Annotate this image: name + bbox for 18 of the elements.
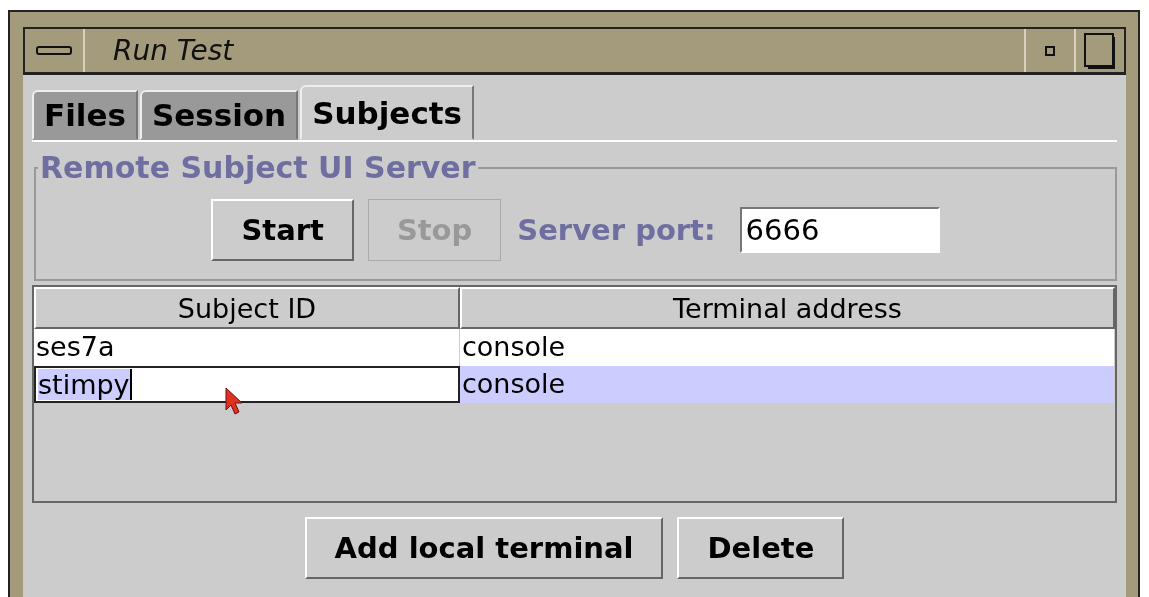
delete-button[interactable]: Delete [677, 517, 845, 579]
group-title: Remote Subject UI Server [39, 150, 477, 185]
selected-text: stimpy [38, 369, 132, 400]
minus-icon [36, 45, 72, 56]
square-icon [1084, 32, 1116, 69]
column-header[interactable]: Subject ID [34, 287, 460, 329]
table-cell: console [460, 329, 1115, 366]
table-cell: console [460, 366, 1115, 403]
port-label: Server port: [517, 213, 716, 247]
table-cell: ses7a [34, 329, 460, 366]
tab[interactable]: Files [32, 90, 138, 140]
add-terminal-button[interactable]: Add local terminal [304, 517, 664, 579]
port-field[interactable]: 6666 [739, 207, 940, 253]
tab[interactable]: Session [139, 90, 299, 140]
start-button[interactable]: Start [211, 199, 354, 261]
window-title: Run Test [112, 34, 235, 67]
column-header[interactable]: Terminal address [460, 287, 1115, 329]
tab[interactable]: Subjects [300, 85, 475, 140]
